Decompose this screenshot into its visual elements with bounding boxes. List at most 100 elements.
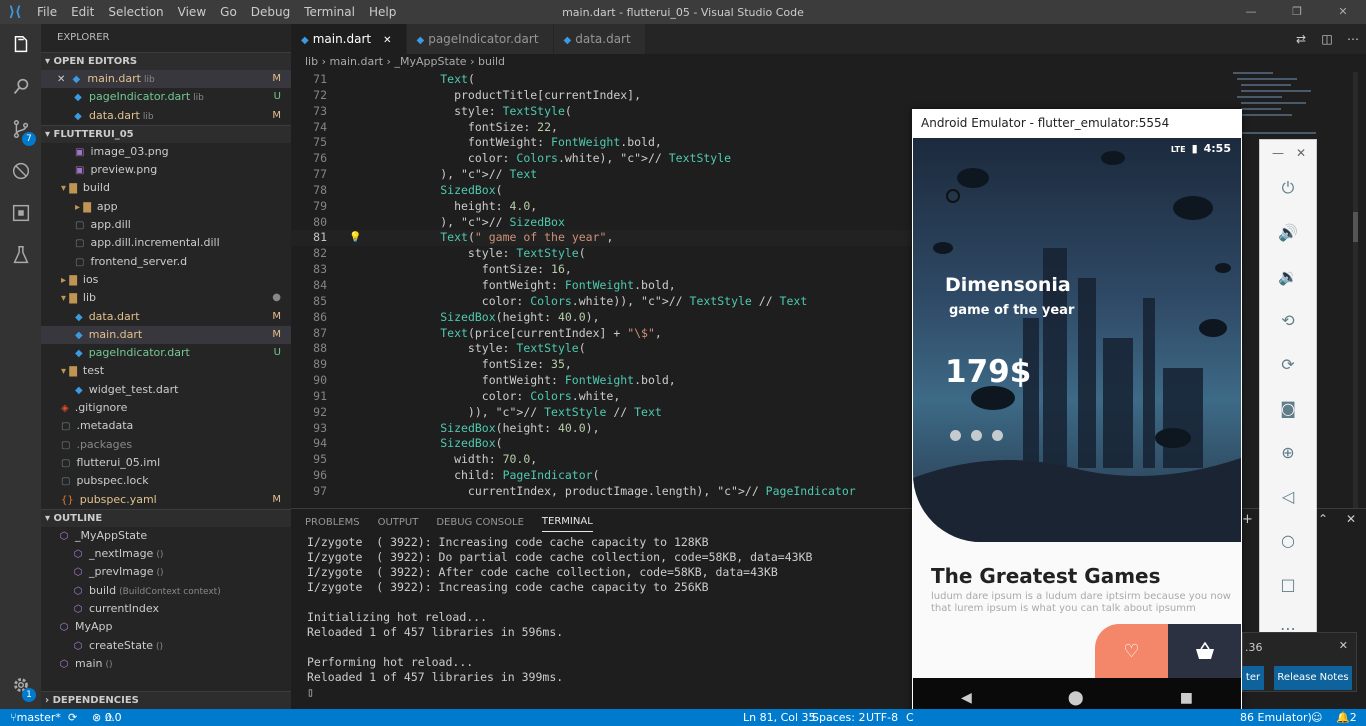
lightbulb-icon[interactable]: 💡 [349, 230, 361, 246]
panel-maximize-icon[interactable]: ⌃ [1318, 512, 1328, 526]
file-tree-item[interactable]: ▢ flutterui_05.iml [41, 454, 291, 472]
file-tree-item[interactable]: ▢ app.dill.incremental.dill [41, 234, 291, 252]
panel-tab-problems[interactable]: PROBLEMS [305, 513, 360, 532]
minimize-icon[interactable]: — [1228, 0, 1274, 24]
open-changes-icon[interactable]: ⇄ [1288, 24, 1314, 54]
code-line[interactable]: 80 ), "c">// SizedBox [291, 215, 911, 231]
emulator-minimize-icon[interactable]: — [1272, 146, 1284, 160]
tab-data-dart[interactable]: ◆ data.dart [553, 24, 646, 54]
menu-debug[interactable]: Debug [251, 5, 290, 19]
file-tree-item[interactable]: ▢ pubspec.lock [41, 472, 291, 490]
file-tree-item[interactable]: ▢ app.dill [41, 216, 291, 234]
debug-icon[interactable] [0, 150, 41, 192]
restore-icon[interactable]: ❐ [1274, 0, 1320, 24]
page-dot[interactable] [992, 430, 1003, 441]
file-tree-item[interactable]: ▸ ▇ ios [41, 271, 291, 289]
file-tree-item[interactable]: ◆ widget_test.dart [41, 381, 291, 399]
split-editor-icon[interactable]: ◫ [1314, 24, 1340, 54]
cursor-position[interactable]: Ln 81, Col 35 [743, 709, 816, 726]
outline-item[interactable]: ⬡ build (BuildContext context) [41, 582, 291, 600]
outline-item[interactable]: ⬡ _prevImage() [41, 563, 291, 581]
page-dot[interactable] [950, 430, 961, 441]
file-tree-item[interactable]: ◆ data.dart M [41, 308, 291, 326]
code-line[interactable]: 96 child: PageIndicator( [291, 468, 911, 484]
emulator-close-icon[interactable]: ✕ [1296, 146, 1306, 160]
volume-up-icon[interactable]: 🔊 [1260, 210, 1316, 254]
code-line[interactable]: 93 SizedBox(height: 40.0), [291, 421, 911, 437]
eol[interactable]: C [906, 709, 914, 726]
outline-item[interactable]: ⬡ MyApp [41, 618, 291, 636]
code-line[interactable]: 72 productTitle[currentIndex], [291, 88, 911, 104]
outline-item[interactable]: ⬡ main() [41, 655, 291, 673]
code-line[interactable]: 94 SizedBox( [291, 436, 911, 452]
tab-main-dart[interactable]: ◆ main.dart ✕ [291, 24, 407, 54]
volume-down-icon[interactable]: 🔉 [1260, 254, 1316, 298]
breadcrumb-item[interactable]: _MyAppState [394, 55, 466, 68]
cart-button[interactable] [1168, 624, 1241, 678]
recents-icon[interactable]: ■ [1180, 690, 1193, 706]
code-line[interactable]: 84 fontWeight: FontWeight.bold, [291, 278, 911, 294]
panel-add-icon[interactable]: + [1242, 512, 1253, 527]
outline-header[interactable]: ▾ OUTLINE [41, 508, 291, 527]
code-line[interactable]: 85 color: Colors.white)), "c">// TextSty… [291, 294, 911, 310]
code-line[interactable]: 95 width: 70.0, [291, 452, 911, 468]
device-selector[interactable]: 86 Emulator) [1240, 709, 1312, 726]
power-icon[interactable]: ⏻ [1260, 166, 1316, 210]
back-icon[interactable]: ◁ [1260, 474, 1316, 518]
source-control-icon[interactable]: 7 [0, 108, 41, 150]
menu-help[interactable]: Help [369, 5, 396, 19]
code-line[interactable]: 79 height: 4.0, [291, 199, 911, 215]
open-editor-item[interactable]: ◆ pageIndicator.dart lib U [41, 88, 291, 106]
menu-file[interactable]: File [37, 5, 57, 19]
close-icon[interactable]: ✕ [57, 74, 65, 85]
code-line[interactable]: 75 fontWeight: FontWeight.bold, [291, 135, 911, 151]
code-line[interactable]: 82 style: TextStyle( [291, 246, 911, 262]
code-line[interactable]: 97 currentIndex, productImage.length), "… [291, 484, 911, 500]
explorer-icon[interactable] [0, 24, 41, 66]
dependencies-header[interactable]: › DEPENDENCIES [41, 691, 291, 709]
open-editor-item[interactable]: ◆ data.dart lib M [41, 107, 291, 125]
close-icon[interactable]: ✕ [383, 35, 391, 46]
file-tree-item[interactable]: ▾ ▇ build [41, 179, 291, 197]
panel-tab-terminal[interactable]: TERMINAL [541, 512, 593, 532]
camera-icon[interactable]: ◙ [1260, 386, 1316, 430]
menu-selection[interactable]: Selection [108, 5, 163, 19]
rotate-left-icon[interactable]: ⟲ [1260, 298, 1316, 342]
notification-close-icon[interactable]: ✕ [1339, 639, 1348, 652]
favorite-button[interactable]: ♡ [1095, 624, 1168, 678]
code-editor[interactable]: 71 Text(72 productTitle[currentIndex], 73… [291, 72, 911, 508]
branch-indicator[interactable]: ⑂ master* [10, 709, 61, 726]
rotate-right-icon[interactable]: ⟳ [1260, 342, 1316, 386]
code-line[interactable]: 77 ), "c">// Text [291, 167, 911, 183]
panel-tab-debug-console[interactable]: DEBUG CONSOLE [436, 513, 524, 532]
file-tree-item[interactable]: {} pubspec.yaml M [41, 491, 291, 509]
file-tree-item[interactable]: ◆ pageIndicator.dart U [41, 344, 291, 362]
panel-tab-output[interactable]: OUTPUT [378, 513, 419, 532]
encoding[interactable]: UTF-8 [866, 709, 898, 726]
code-line[interactable]: 88 style: TextStyle( [291, 341, 911, 357]
menu-go[interactable]: Go [220, 5, 237, 19]
search-icon[interactable] [0, 66, 41, 108]
menu-terminal[interactable]: Terminal [304, 5, 355, 19]
back-icon[interactable]: ◀ [961, 690, 972, 706]
file-tree-item[interactable]: ▢ frontend_server.d [41, 253, 291, 271]
home-icon[interactable]: ○ [1260, 518, 1316, 562]
notifications-indicator[interactable]: 🔔 2 [1336, 709, 1357, 726]
code-line[interactable]: 78 SizedBox( [291, 183, 911, 199]
code-line[interactable]: 73 style: TextStyle( [291, 104, 911, 120]
file-tree-item[interactable]: ▾ ▇ test [41, 362, 291, 380]
code-line[interactable]: 86 SizedBox(height: 40.0), [291, 310, 911, 326]
feedback-icon[interactable]: ☺ [1311, 709, 1322, 726]
start-button[interactable]: ter [1242, 666, 1264, 690]
close-icon[interactable]: ✕ [1320, 0, 1366, 24]
code-line[interactable]: 71 Text( [291, 72, 911, 88]
extensions-icon[interactable] [0, 192, 41, 234]
outline-item[interactable]: ⬡ currentIndex [41, 600, 291, 618]
file-tree-item[interactable]: ▾ ▇ lib ● [41, 289, 291, 307]
overview-icon[interactable]: □ [1260, 562, 1316, 606]
code-line[interactable]: 90 fontWeight: FontWeight.bold, [291, 373, 911, 389]
sync-icon[interactable]: ⟳ [68, 709, 77, 726]
flask-icon[interactable] [0, 234, 41, 276]
outline-item[interactable]: ⬡ createState() [41, 637, 291, 655]
outline-item[interactable]: ⬡ _MyAppState [41, 527, 291, 545]
